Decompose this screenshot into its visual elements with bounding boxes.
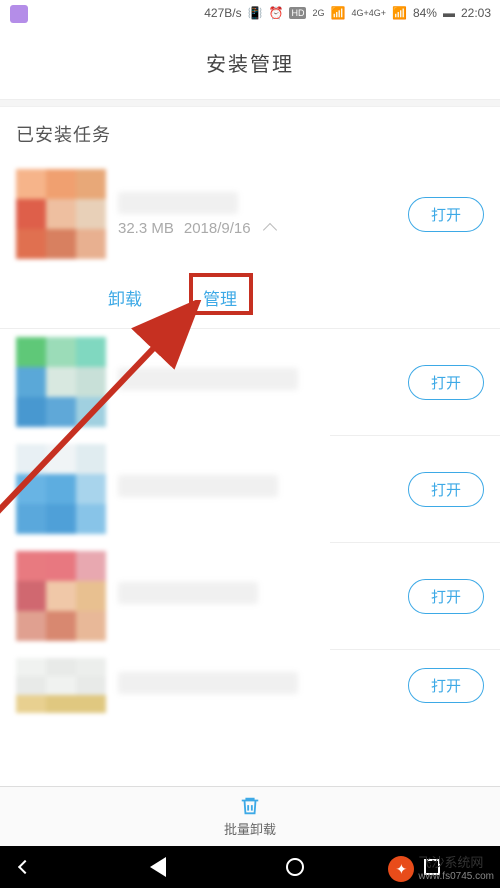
app-row[interactable]: 32.3 MB 2018/9/16 打开 [0,161,500,267]
battery-pct: 84% [413,6,437,20]
trash-icon [239,795,261,817]
watermark: ✦ 飞沙系统网 www.fs0745.com [388,856,494,882]
app-icon [16,169,106,259]
open-button[interactable]: 打开 [408,197,484,232]
hd-icon: HD [289,7,306,19]
signal-2g: 2G [312,8,324,18]
chevron-up-icon[interactable] [263,223,277,237]
app-row[interactable]: 打开 [0,543,500,649]
highlight-box [189,273,253,315]
nav-menu-icon[interactable] [18,860,32,874]
signal-4g: 4G+4G+ [351,8,386,18]
app-name [118,582,258,604]
app-name [118,368,298,390]
action-row: 卸载 管理 [0,267,500,329]
app-icon [16,444,106,534]
watermark-title: 飞沙系统网 [418,856,494,870]
signal-icon-2: 📶 [392,6,407,20]
divider [0,99,500,107]
app-name [118,192,238,214]
app-row[interactable]: 打开 [0,329,500,435]
net-speed: 427B/s [204,6,241,20]
nav-home-icon[interactable] [286,858,304,876]
app-icon [16,551,106,641]
uninstall-button[interactable]: 卸载 [108,285,198,310]
open-button[interactable]: 打开 [408,365,484,400]
watermark-logo-icon: ✦ [388,856,414,882]
bottom-toolbar[interactable]: 批量卸载 [0,786,500,846]
app-name [118,475,278,497]
app-icon [16,337,106,427]
vibrate-icon: 📳 [248,6,263,20]
page-title: 安装管理 [0,26,500,99]
open-button[interactable]: 打开 [408,668,484,703]
app-row[interactable]: 打开 [0,650,500,721]
manage-button[interactable]: 管理 [203,285,293,310]
app-row[interactable]: 打开 [0,436,500,542]
open-button[interactable]: 打开 [408,472,484,507]
signal-icon: 📶 [331,6,346,20]
alarm-icon: ⏰ [269,6,284,20]
clock: 22:03 [461,6,491,20]
nav-back-icon[interactable] [150,857,166,877]
app-date: 2018/9/16 [184,220,251,237]
section-header: 已安装任务 [0,107,500,161]
gallery-icon [10,5,28,23]
watermark-text: 飞沙系统网 www.fs0745.com [418,856,494,881]
status-bar: 427B/s 📳 ⏰ HD 2G 📶 4G+4G+ 📶 84% ▬ 22:03 [0,0,500,26]
battery-icon: ▬ [443,6,455,20]
app-icon [16,658,106,713]
app-name [118,672,298,694]
open-button[interactable]: 打开 [408,579,484,614]
batch-uninstall-label: 批量卸载 [224,819,276,838]
app-size: 32.3 MB [118,220,174,237]
watermark-url: www.fs0745.com [418,871,494,882]
